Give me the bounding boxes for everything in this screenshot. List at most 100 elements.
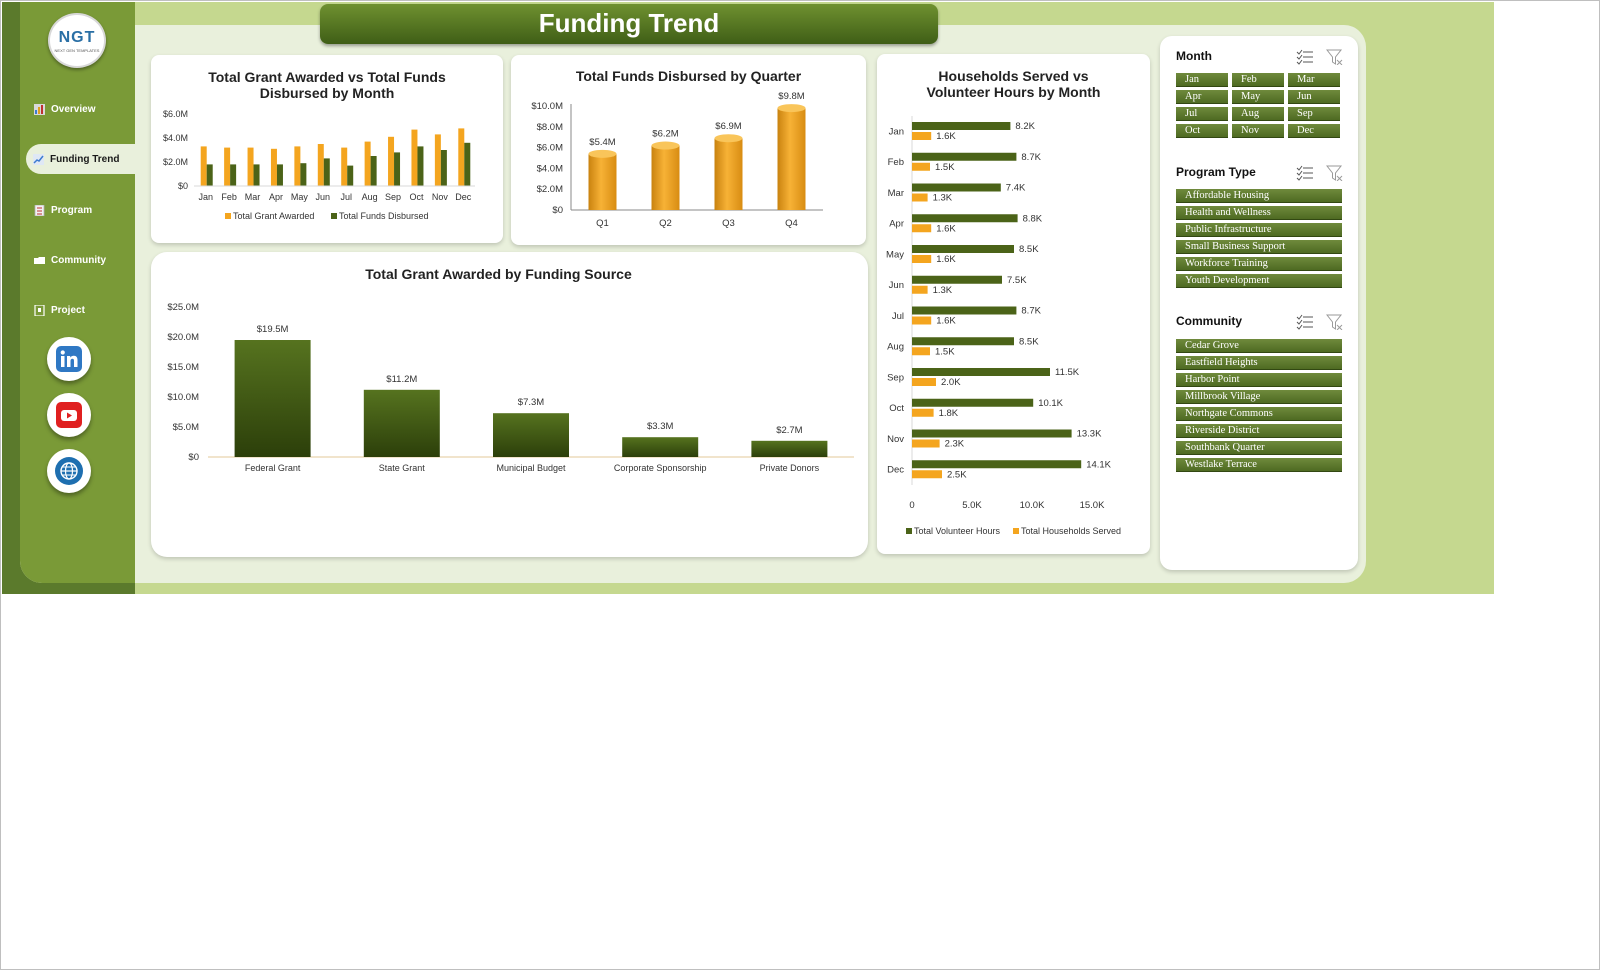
data-label: 7.4K — [1006, 183, 1026, 194]
bar-funds-disbursed — [651, 145, 680, 210]
bar-grant-awarded — [364, 141, 371, 186]
y-tick-label: $20.0M — [167, 332, 199, 343]
data-label: 1.6K — [936, 316, 956, 327]
x-tick-label: Federal Grant — [245, 463, 301, 473]
slicer-month-item[interactable]: Dec — [1288, 124, 1340, 138]
multi-select-icon[interactable] — [1296, 314, 1314, 330]
bar-grant-awarded — [458, 128, 465, 186]
y-tick-label: Feb — [888, 157, 904, 168]
slicer-program-item[interactable]: Public Infrastructure — [1176, 223, 1342, 237]
bar-grant-awarded — [270, 148, 277, 186]
bar-funds-disbursed — [464, 142, 471, 186]
bar-volunteer-hours — [912, 337, 1014, 346]
bar-volunteer-hours — [912, 460, 1082, 469]
program-icon — [34, 204, 45, 216]
y-tick-label: $2.0M — [537, 184, 563, 195]
slicer-program-item[interactable]: Small Business Support — [1176, 240, 1342, 254]
bar-grant-awarded — [493, 413, 569, 457]
data-label: $9.8M — [778, 91, 804, 102]
bar-volunteer-hours — [912, 122, 1011, 130]
nav-item-overview[interactable]: Overview — [28, 94, 138, 124]
y-tick-label: Aug — [887, 342, 904, 353]
slicer-month-item[interactable]: Feb — [1232, 73, 1284, 87]
logo-subtext: NEXT GEN TEMPLATES — [54, 48, 100, 53]
slicer-program-title: Program Type — [1176, 165, 1256, 179]
data-label: $2.7M — [776, 425, 802, 436]
bar-volunteer-hours — [912, 275, 1002, 284]
x-tick-label: Jul — [340, 192, 352, 202]
bar-funds-disbursed — [714, 138, 743, 210]
nav-label-community: Community — [51, 254, 106, 266]
chart-card-monthly: Total Grant Awarded vs Total Funds Disbu… — [151, 55, 503, 243]
clear-filter-icon[interactable] — [1326, 49, 1344, 65]
project-icon — [34, 304, 45, 316]
x-tick-label: Jun — [316, 192, 331, 202]
bar-volunteer-hours — [912, 152, 1017, 161]
y-tick-label: Jun — [889, 280, 904, 291]
clear-filter-icon[interactable] — [1326, 165, 1344, 181]
bar-funds-disbursed — [394, 152, 401, 186]
slicer-program-item[interactable]: Health and Wellness — [1176, 206, 1342, 220]
bar-households-served — [912, 470, 942, 479]
slicer-community-item[interactable]: Westlake Terrace — [1176, 458, 1342, 472]
data-label: 7.5K — [1007, 275, 1027, 286]
website-button[interactable] — [47, 449, 91, 493]
bar-grant-awarded — [388, 136, 395, 186]
slicer-community-item[interactable]: Southbank Quarter — [1176, 441, 1342, 455]
data-label: 8.7K — [1021, 152, 1041, 163]
bar-grant-awarded — [224, 147, 231, 186]
bar-households-served — [912, 224, 932, 233]
x-tick-label: Corporate Sponsorship — [614, 463, 707, 473]
slicer-month-item[interactable]: Mar — [1288, 73, 1340, 87]
slicer-program-item[interactable]: Youth Development — [1176, 274, 1342, 288]
slicer-community-item[interactable]: Harbor Point — [1176, 373, 1342, 387]
slicer-month-item[interactable]: Jul — [1176, 107, 1228, 121]
x-tick-label: Municipal Budget — [496, 463, 566, 473]
slicer-month-item[interactable]: May — [1232, 90, 1284, 104]
slicer-month-item[interactable]: Jun — [1288, 90, 1340, 104]
slicer-month-item[interactable]: Nov — [1232, 124, 1284, 138]
multi-select-icon[interactable] — [1296, 165, 1314, 181]
y-tick-label: Dec — [887, 465, 904, 476]
slicer-month-item[interactable]: Aug — [1232, 107, 1284, 121]
data-label: 13.3K — [1077, 429, 1102, 440]
bar-funds-disbursed — [347, 165, 354, 186]
linkedin-button[interactable] — [47, 337, 91, 381]
x-tick-label: Aug — [362, 192, 378, 202]
y-tick-label: $15.0M — [167, 362, 199, 373]
nav-item-funding-trend[interactable]: Funding Trend — [26, 144, 138, 174]
x-tick-label: Sep — [385, 192, 401, 202]
bar-funds-disbursed — [588, 153, 617, 210]
nav-item-community[interactable]: Community — [28, 245, 138, 275]
youtube-button[interactable] — [47, 393, 91, 437]
slicer-community-item[interactable]: Millbrook Village — [1176, 390, 1342, 404]
linkedin-icon — [56, 346, 82, 372]
slicer-month-item[interactable]: Jan — [1176, 73, 1228, 87]
data-label: 1.3K — [933, 285, 953, 296]
legend-label: Total Funds Disbursed — [339, 211, 429, 221]
company-logo[interactable]: NGT NEXT GEN TEMPLATES — [48, 13, 106, 68]
overview-icon — [34, 103, 45, 115]
slicer-month-item[interactable]: Oct — [1176, 124, 1228, 138]
y-tick-label: Sep — [887, 372, 904, 383]
slicer-community-item[interactable]: Northgate Commons — [1176, 407, 1342, 421]
slicer-community-item[interactable]: Eastfield Heights — [1176, 356, 1342, 370]
y-tick-label: $0 — [552, 205, 563, 216]
multi-select-icon[interactable] — [1296, 49, 1314, 65]
y-tick-label: $4.0M — [163, 133, 188, 143]
slicer-program-item[interactable]: Affordable Housing — [1176, 189, 1342, 203]
bar-households-served — [912, 255, 932, 263]
slicer-community-item[interactable]: Cedar Grove — [1176, 339, 1342, 353]
bar-funds-disbursed — [300, 163, 307, 186]
slicer-community-item[interactable]: Riverside District — [1176, 424, 1342, 438]
bar-funds-disbursed — [276, 164, 283, 186]
clear-filter-icon[interactable] — [1326, 314, 1344, 330]
trend-icon — [33, 153, 44, 165]
nav-item-program[interactable]: Program — [28, 195, 138, 225]
slicer-month-item[interactable]: Apr — [1176, 90, 1228, 104]
slicer-month-item[interactable]: Sep — [1288, 107, 1340, 121]
slicer-program-item[interactable]: Workforce Training — [1176, 257, 1342, 271]
nav-item-project[interactable]: Project — [28, 295, 138, 325]
bar-grant-awarded — [434, 134, 441, 186]
page: NGT NEXT GEN TEMPLATES Overview Funding … — [0, 0, 1600, 970]
